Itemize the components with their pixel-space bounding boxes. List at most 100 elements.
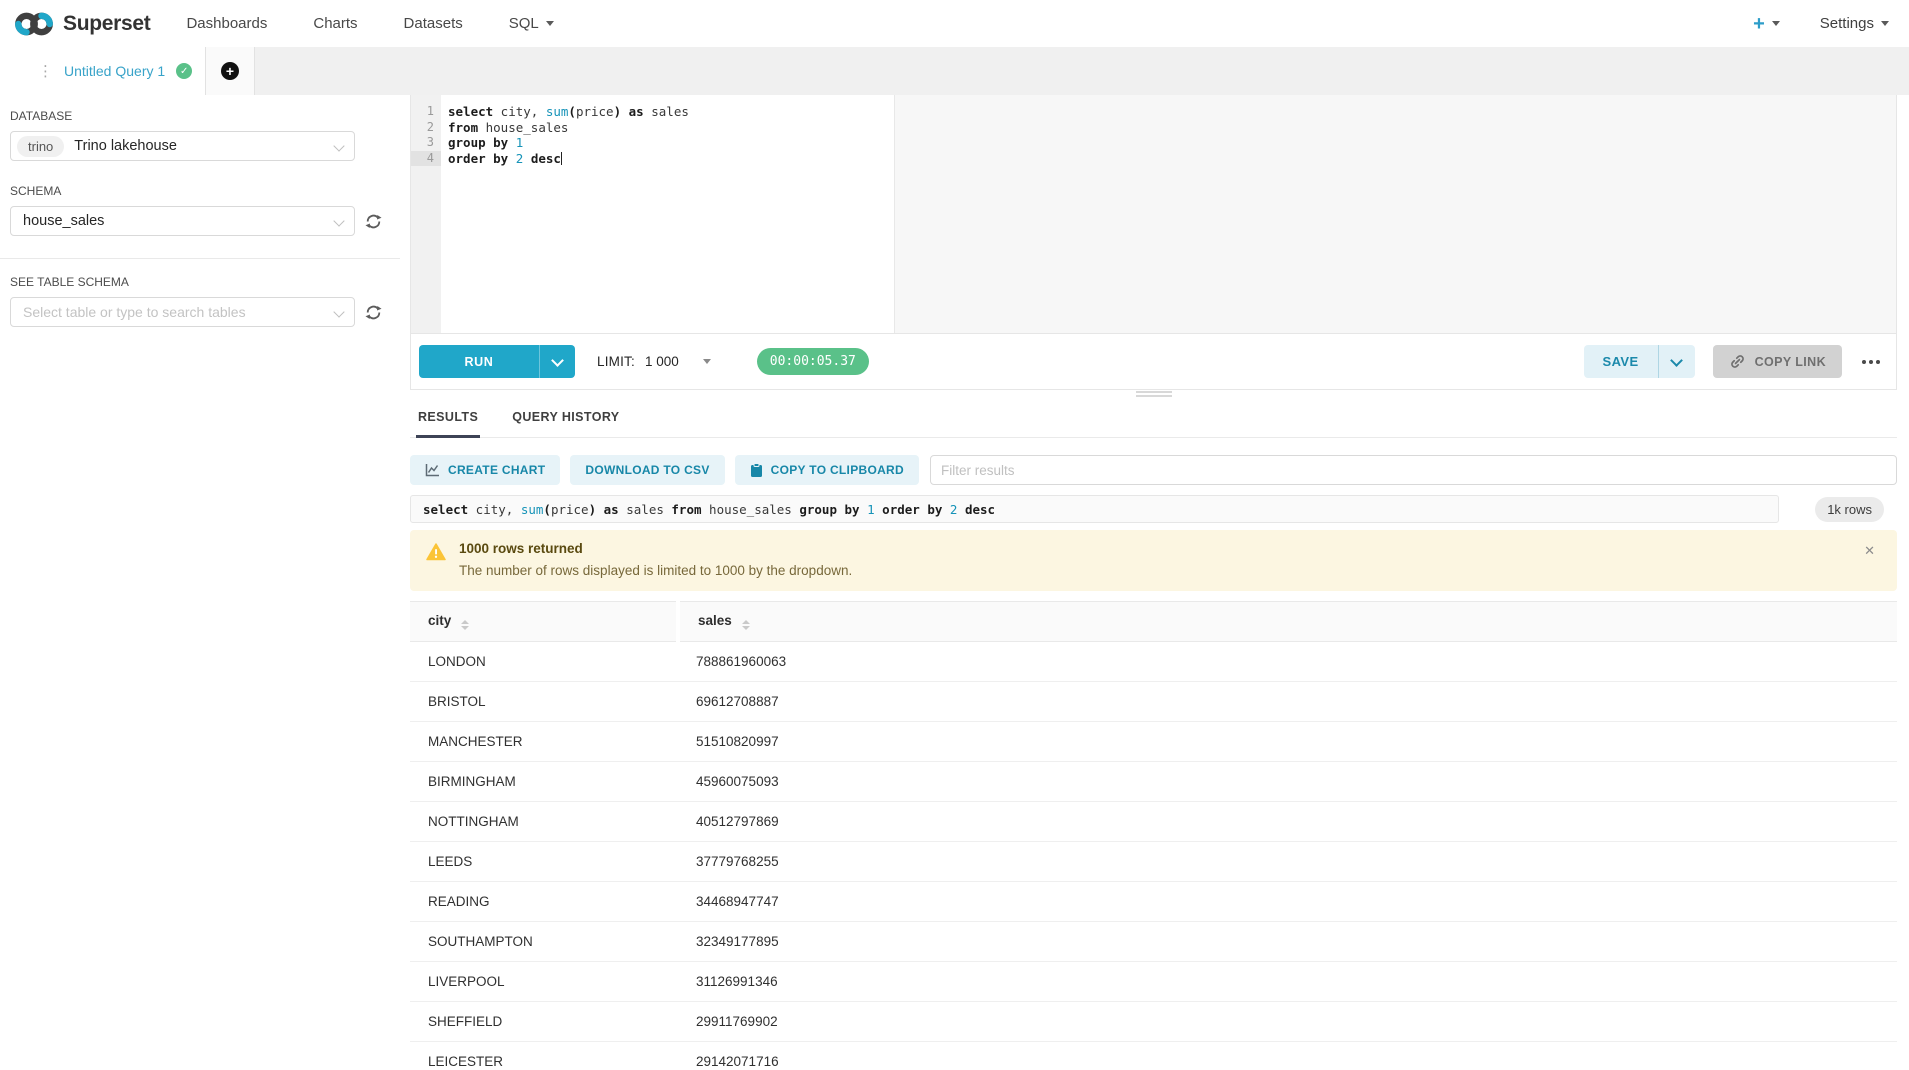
tab-results[interactable]: RESULTS	[418, 410, 478, 437]
cell-sales: 40512797869	[678, 802, 1897, 842]
table-row: BRISTOL69612708887	[410, 682, 1897, 722]
nav-item-dashboards[interactable]: Dashboards	[186, 15, 267, 32]
rows-limit-alert: 1000 rows returned The number of rows di…	[410, 530, 1897, 591]
create-chart-button[interactable]: CREATE CHART	[410, 455, 560, 485]
chevron-down-icon	[546, 21, 554, 26]
settings-menu[interactable]: Settings	[1820, 15, 1889, 32]
sort-icon[interactable]	[461, 620, 469, 630]
nav-item-datasets[interactable]: Datasets	[404, 15, 463, 32]
results-pane: RESULTS QUERY HISTORY CREATE CHART DOWNLO…	[410, 400, 1897, 1070]
table-row: SOUTHAMPTON32349177895	[410, 922, 1897, 962]
refresh-tables-button[interactable]	[364, 303, 383, 322]
cell-city: LEEDS	[410, 842, 678, 882]
new-item-menu[interactable]: +	[1753, 14, 1780, 34]
download-csv-button[interactable]: DOWNLOAD TO CSV	[570, 455, 724, 485]
code-line[interactable]: select city, sum(price) as sales	[448, 104, 1896, 120]
cell-sales: 45960075093	[678, 762, 1897, 802]
code-line[interactable]: from house_sales	[448, 120, 1896, 136]
editor-code-area[interactable]: select city, sum(price) as salesfrom hou…	[441, 95, 1896, 333]
cell-sales: 788861960063	[678, 642, 1897, 682]
database-name: Trino lakehouse	[74, 138, 177, 154]
copy-link-label: COPY LINK	[1755, 355, 1826, 369]
column-header-city[interactable]: city	[410, 602, 678, 642]
main-nav: Dashboards Charts Datasets SQL	[186, 15, 553, 32]
table-row: SHEFFIELD29911769902	[410, 1002, 1897, 1042]
code-line[interactable]: group by 1	[448, 135, 1896, 151]
more-actions-button[interactable]	[1860, 354, 1882, 370]
superset-logo[interactable]: Superset	[0, 10, 150, 38]
tab-query-history[interactable]: QUERY HISTORY	[512, 410, 619, 437]
see-table-schema-label: SEE TABLE SCHEMA	[10, 275, 400, 289]
filter-results-input[interactable]	[930, 455, 1897, 485]
sidebar-divider	[0, 258, 400, 259]
refresh-icon	[364, 303, 383, 322]
warning-triangle-icon	[426, 541, 446, 578]
limit-dropdown[interactable]: LIMIT: 1 000	[597, 354, 711, 369]
limit-value: 1 000	[645, 354, 679, 369]
schema-label: SCHEMA	[10, 184, 400, 198]
refresh-icon	[364, 212, 383, 231]
cell-sales: 29142071716	[678, 1042, 1897, 1070]
cell-city: LIVERPOOL	[410, 962, 678, 1002]
chevron-down-icon	[333, 215, 344, 226]
drag-handle-icon[interactable]: ⋮	[38, 64, 53, 79]
link-icon	[1729, 353, 1746, 370]
nav-item-sql[interactable]: SQL	[509, 15, 554, 32]
top-nav: Superset Dashboards Charts Datasets SQL + S…	[0, 0, 1909, 47]
save-split-button[interactable]: SAVE	[1584, 345, 1695, 378]
line-number: 4	[411, 151, 441, 167]
alert-body: The number of rows displayed is limited …	[459, 563, 852, 578]
cell-sales: 29911769902	[678, 1002, 1897, 1042]
run-button[interactable]: RUN	[419, 345, 539, 378]
nav-right: + Settings	[1753, 14, 1909, 34]
cell-sales: 32349177895	[678, 922, 1897, 962]
editor-toolbar: RUN LIMIT: 1 000 00:00:05.37 SAVE	[411, 333, 1896, 389]
chevron-down-icon	[703, 359, 711, 364]
check-circle-icon: ✓	[176, 63, 192, 79]
run-split-button[interactable]: RUN	[419, 345, 575, 378]
table-row: LONDON788861960063	[410, 642, 1897, 682]
results-tabs: RESULTS QUERY HISTORY	[410, 400, 1897, 438]
save-button[interactable]: SAVE	[1584, 345, 1658, 378]
sql-lab-app: Superset Dashboards Charts Datasets SQL + S…	[0, 0, 1909, 1070]
close-icon[interactable]: ✕	[1864, 543, 1875, 559]
limit-label: LIMIT:	[597, 354, 635, 369]
copy-to-clipboard-button[interactable]: COPY TO CLIPBOARD	[735, 455, 919, 485]
nav-item-charts[interactable]: Charts	[313, 15, 357, 32]
query-preview-row: select city, sum(price) as sales from ho…	[410, 495, 1897, 523]
sort-icon[interactable]	[742, 620, 750, 630]
cell-sales: 51510820997	[678, 722, 1897, 762]
cell-sales: 37779768255	[678, 842, 1897, 882]
tab-title[interactable]: Untitled Query 1	[64, 63, 165, 79]
line-number: 2	[411, 120, 441, 136]
results-table: citysales LONDON788861960063BRISTOL69612…	[410, 601, 1897, 1070]
run-options-button[interactable]	[539, 345, 575, 378]
settings-label: Settings	[1820, 15, 1874, 32]
code-line[interactable]: order by 2 desc	[448, 151, 1896, 167]
line-number: 3	[411, 135, 441, 151]
tab-untitled-query-1[interactable]: ⋮ Untitled Query 1 ✓ ✕	[0, 47, 206, 95]
table-row: READING34468947747	[410, 882, 1897, 922]
chevron-down-icon	[333, 140, 344, 151]
copy-link-button[interactable]: COPY LINK	[1713, 345, 1842, 378]
table-select-placeholder: Select table or type to search tables	[23, 304, 246, 320]
database-select[interactable]: trino Trino lakehouse	[10, 131, 355, 161]
chevron-down-icon	[551, 354, 564, 367]
cell-sales: 69612708887	[678, 682, 1897, 722]
line-number: 1	[411, 104, 441, 120]
schema-select[interactable]: house_sales	[10, 206, 355, 236]
schema-name: house_sales	[23, 213, 104, 229]
sqllab-sidebar: DATABASE trino Trino lakehouse SCHEMA ho…	[0, 95, 400, 1070]
refresh-schemas-button[interactable]	[364, 212, 383, 231]
table-select[interactable]: Select table or type to search tables	[10, 297, 355, 327]
pane-resize-handle[interactable]	[410, 391, 1897, 397]
save-options-button[interactable]	[1658, 345, 1695, 378]
cell-city: SOUTHAMPTON	[410, 922, 678, 962]
table-row: BIRMINGHAM45960075093	[410, 762, 1897, 802]
query-timer-badge: 00:00:05.37	[757, 348, 869, 375]
add-tab-button[interactable]: +	[206, 47, 255, 95]
sql-editor[interactable]: 1234 select city, sum(price) as salesfro…	[411, 95, 1896, 333]
superset-infinity-icon	[14, 10, 54, 38]
column-header-sales[interactable]: sales	[678, 602, 1897, 642]
cell-city: SHEFFIELD	[410, 1002, 678, 1042]
